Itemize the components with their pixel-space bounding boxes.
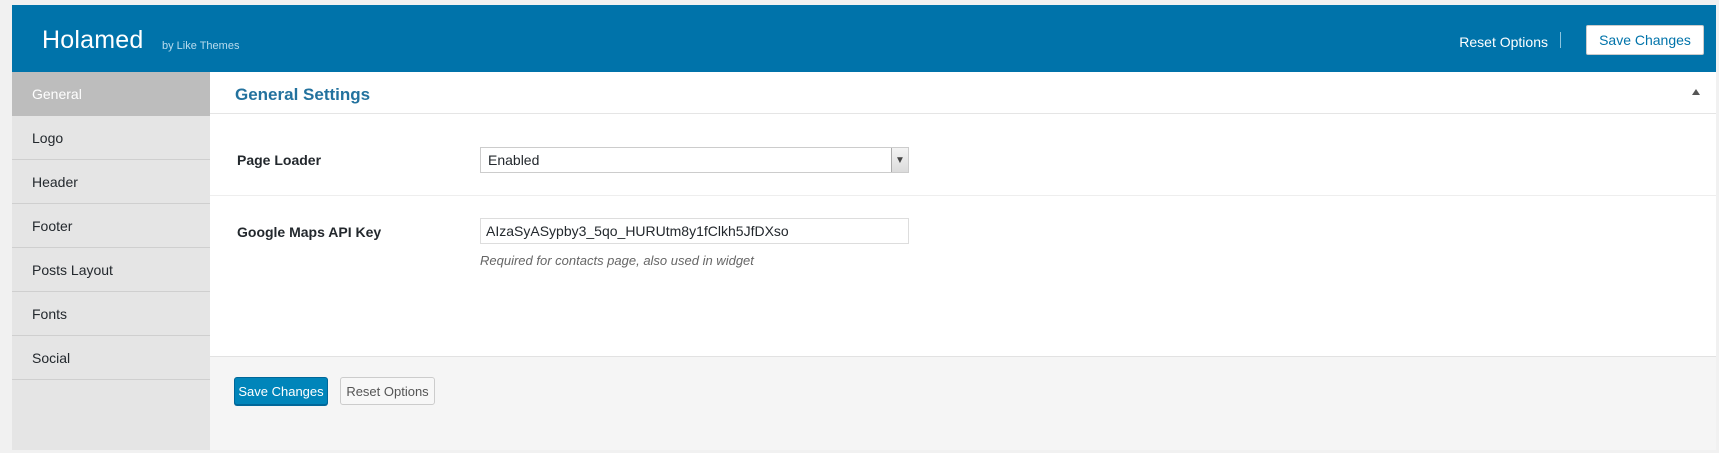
maps-api-key-label: Google Maps API Key [237, 224, 382, 240]
sidebar-item-footer[interactable]: Footer [12, 204, 210, 248]
theme-title: Holamed [42, 26, 144, 54]
section-header: General Settings [210, 72, 1716, 114]
options-header: Holamed by Like Themes Reset Options Sav… [12, 5, 1716, 72]
header-save-changes-button[interactable]: Save Changes [1586, 25, 1704, 55]
options-footer: Save Changes Reset Options [210, 356, 1716, 450]
page-loader-label: Page Loader [237, 152, 322, 168]
sidebar-item-social[interactable]: Social [12, 336, 210, 380]
theme-author: by Like Themes [162, 40, 240, 52]
sidebar-item-fonts[interactable]: Fonts [12, 292, 210, 336]
sidebar-item-header[interactable]: Header [12, 160, 210, 204]
options-main: General Settings Page Loader Enabled ▼ G… [210, 72, 1716, 450]
footer-save-changes-button[interactable]: Save Changes [234, 377, 328, 405]
maps-api-key-description: Required for contacts page, also used in… [480, 253, 754, 268]
header-reset-options-button[interactable]: Reset Options [1459, 34, 1548, 50]
sidebar-item-posts-layout[interactable]: Posts Layout [12, 248, 210, 292]
options-sidebar: General Logo Header Footer Posts Layout … [12, 72, 210, 450]
page-loader-selected-value: Enabled [488, 152, 540, 168]
sidebar-item-general[interactable]: General [12, 72, 210, 116]
header-separator [1560, 32, 1561, 48]
chevron-down-icon[interactable]: ▼ [891, 148, 908, 172]
sidebar-item-logo[interactable]: Logo [12, 116, 210, 160]
options-panel: Holamed by Like Themes Reset Options Sav… [12, 5, 1716, 450]
field-row-maps-key: Google Maps API Key Required for contact… [210, 196, 1716, 356]
page-loader-select[interactable]: Enabled ▼ [480, 147, 909, 173]
footer-reset-options-button[interactable]: Reset Options [340, 377, 435, 405]
maps-api-key-input[interactable] [480, 218, 909, 244]
section-title: General Settings [235, 85, 371, 104]
field-row-page-loader: Page Loader Enabled ▼ [210, 114, 1716, 196]
triangle-up-icon[interactable] [1692, 89, 1700, 95]
